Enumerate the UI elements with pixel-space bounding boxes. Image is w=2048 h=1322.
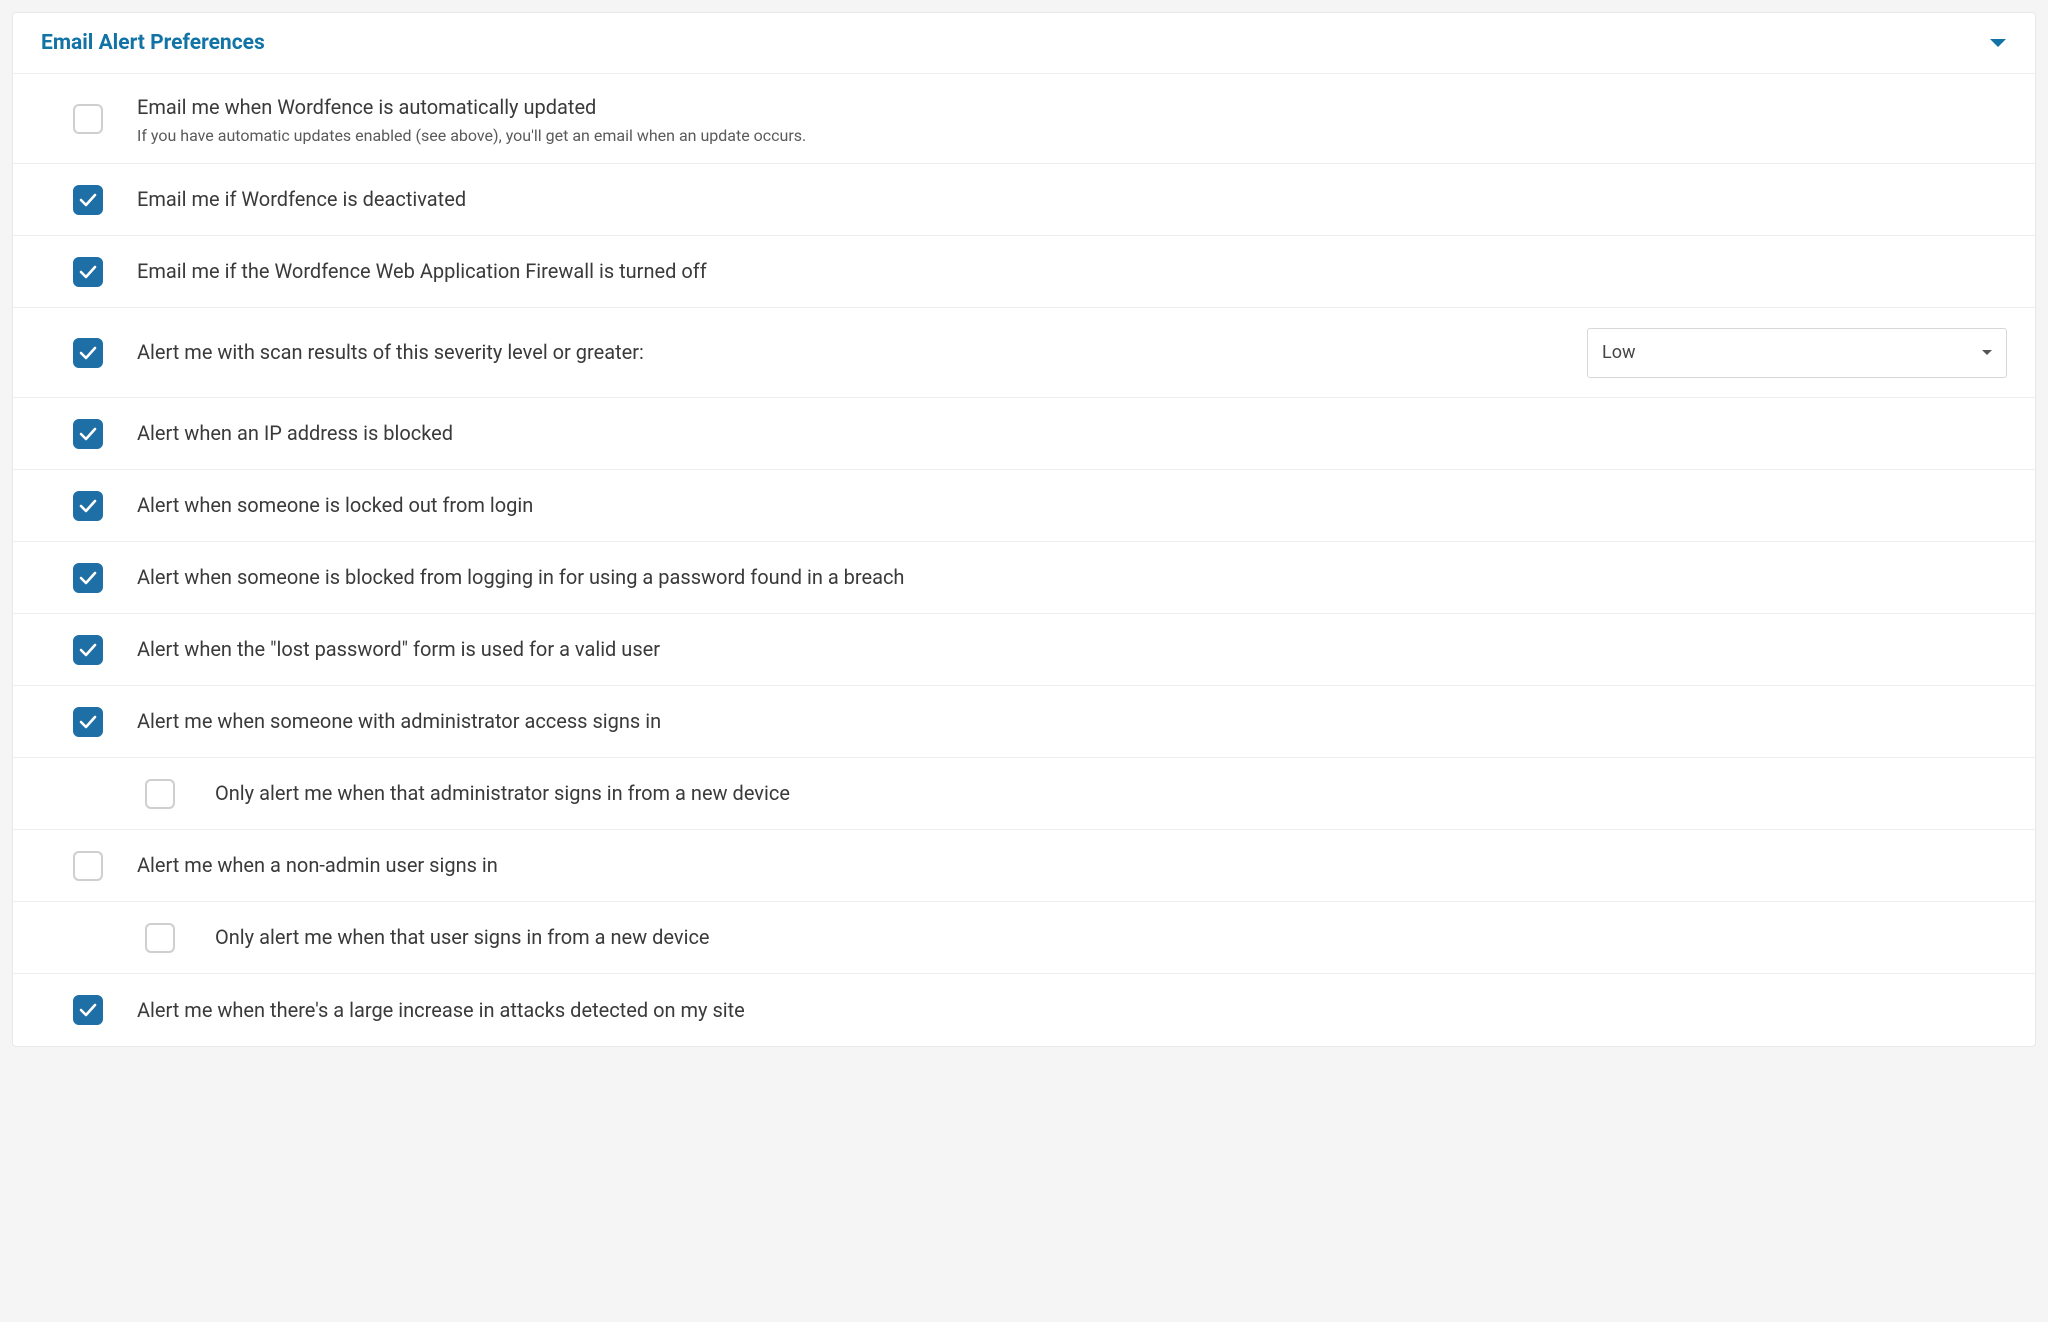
checkbox-lost-password[interactable] — [73, 635, 103, 665]
option-label: Email me if the Wordfence Web Applicatio… — [137, 257, 2007, 286]
option-row-locked-out: Alert when someone is locked out from lo… — [13, 470, 2035, 542]
option-text-col: Email me when Wordfence is automatically… — [137, 93, 2007, 145]
option-subrow-nonadmin-new-device: Only alert me when that user signs in fr… — [13, 902, 2035, 974]
option-text-col: Alert me when there's a large increase i… — [137, 996, 2007, 1025]
option-sub-label: Only alert me when that user signs in fr… — [215, 923, 710, 952]
option-label: Email me when Wordfence is automatically… — [137, 93, 2007, 122]
checkbox-nonadmin-new-device[interactable] — [145, 923, 175, 953]
option-text-col: Alert when the "lost password" form is u… — [137, 635, 2007, 664]
option-subrow-admin-new-device: Only alert me when that administrator si… — [13, 758, 2035, 830]
panel-title: Email Alert Preferences — [41, 31, 265, 55]
option-row-attack-spike: Alert me when there's a large increase i… — [13, 974, 2035, 1046]
option-text-col: Email me if Wordfence is deactivated — [137, 185, 2007, 214]
option-row-waf-off: Email me if the Wordfence Web Applicatio… — [13, 236, 2035, 308]
checkbox-attack-spike[interactable] — [73, 995, 103, 1025]
checkbox-breach-password[interactable] — [73, 563, 103, 593]
option-text-col: Alert me when someone with administrator… — [137, 707, 2007, 736]
option-row-auto-update: Email me when Wordfence is automatically… — [13, 74, 2035, 164]
checkbox-severity[interactable] — [73, 338, 103, 368]
severity-select-wrap: Low — [1587, 328, 2007, 378]
option-sub-label: Only alert me when that administrator si… — [215, 779, 790, 808]
option-text-col: Email me if the Wordfence Web Applicatio… — [137, 257, 2007, 286]
option-row-nonadmin-signin: Alert me when a non-admin user signs in — [13, 830, 2035, 902]
option-text-col: Alert when an IP address is blocked — [137, 419, 2007, 448]
option-label: Alert me when there's a large increase i… — [137, 996, 2007, 1025]
checkbox-admin-signin[interactable] — [73, 707, 103, 737]
option-label: Email me if Wordfence is deactivated — [137, 185, 2007, 214]
checkbox-locked-out[interactable] — [73, 491, 103, 521]
option-label: Alert me when someone with administrator… — [137, 707, 2007, 736]
option-label: Alert when someone is locked out from lo… — [137, 491, 2007, 520]
option-label: Alert when someone is blocked from loggi… — [137, 563, 2007, 592]
chevron-down-icon — [1989, 37, 2007, 49]
severity-select[interactable]: Low — [1587, 328, 2007, 378]
option-row-severity: Alert me with scan results of this sever… — [13, 308, 2035, 398]
panel-header[interactable]: Email Alert Preferences — [13, 13, 2035, 74]
checkbox-nonadmin-signin[interactable] — [73, 851, 103, 881]
option-text-col: Alert me with scan results of this sever… — [137, 338, 1587, 367]
option-label: Alert me when a non-admin user signs in — [137, 851, 2007, 880]
option-text-col: Alert when someone is blocked from loggi… — [137, 563, 2007, 592]
option-row-admin-signin: Alert me when someone with administrator… — [13, 686, 2035, 758]
option-row-lost-password: Alert when the "lost password" form is u… — [13, 614, 2035, 686]
checkbox-admin-new-device[interactable] — [145, 779, 175, 809]
option-row-ip-blocked: Alert when an IP address is blocked — [13, 398, 2035, 470]
option-label: Alert when the "lost password" form is u… — [137, 635, 2007, 664]
option-label: Alert me with scan results of this sever… — [137, 338, 1587, 367]
option-row-breach-password: Alert when someone is blocked from loggi… — [13, 542, 2035, 614]
option-helper: If you have automatic updates enabled (s… — [137, 126, 2007, 145]
option-text-col: Alert me when a non-admin user signs in — [137, 851, 2007, 880]
email-alert-preferences-panel: Email Alert Preferences Email me when Wo… — [12, 12, 2036, 1047]
checkbox-waf-off[interactable] — [73, 257, 103, 287]
option-row-deactivated: Email me if Wordfence is deactivated — [13, 164, 2035, 236]
checkbox-deactivated[interactable] — [73, 185, 103, 215]
checkbox-ip-blocked[interactable] — [73, 419, 103, 449]
option-text-col: Alert when someone is locked out from lo… — [137, 491, 2007, 520]
checkbox-auto-update[interactable] — [73, 104, 103, 134]
option-label: Alert when an IP address is blocked — [137, 419, 2007, 448]
